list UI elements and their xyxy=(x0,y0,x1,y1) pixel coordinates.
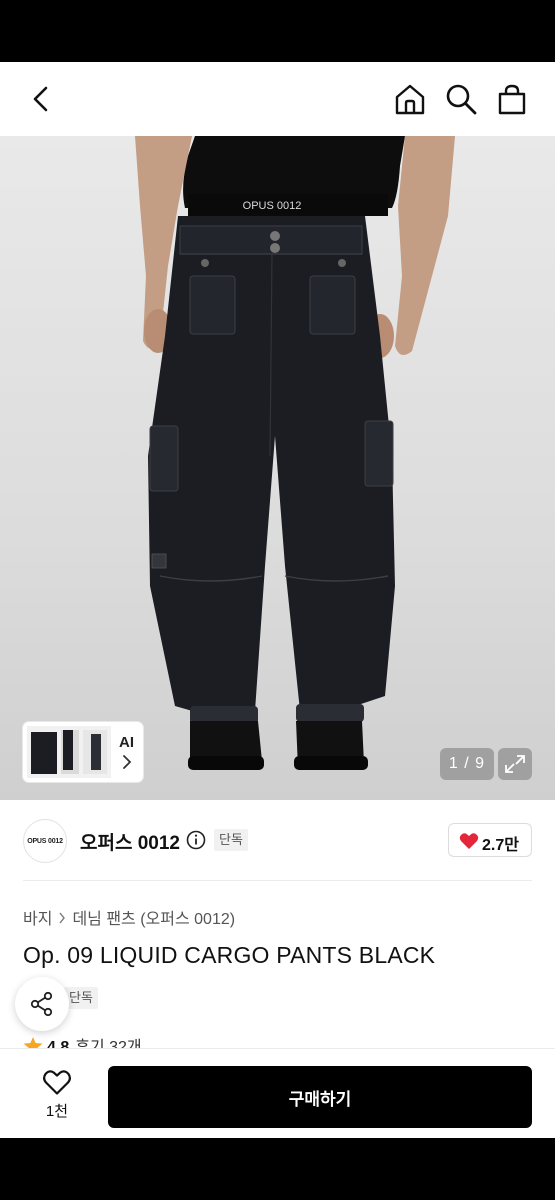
home-icon[interactable] xyxy=(393,82,427,116)
brand-logo[interactable]: OPUS 0012 xyxy=(23,819,67,863)
heart-icon xyxy=(459,833,479,849)
info-icon[interactable] xyxy=(186,830,206,850)
system-nav-bar xyxy=(0,1138,555,1200)
chevron-right-icon xyxy=(123,755,132,769)
product-title: Op. 09 LIQUID CARGO PANTS BLACK xyxy=(23,942,436,968)
breadcrumb: 바지 데님 팬츠 (오퍼스 0012) xyxy=(23,905,235,929)
image-counter: 1 / 9 xyxy=(440,748,494,780)
share-icon xyxy=(30,991,53,1017)
brand-name[interactable]: 오퍼스 0012 xyxy=(80,828,180,855)
ai-thumbnails xyxy=(27,726,111,778)
status-bar xyxy=(0,0,555,62)
expand-button[interactable] xyxy=(498,748,532,780)
wishlist-button[interactable]: 1천 xyxy=(24,1066,90,1128)
chevron-right-icon xyxy=(59,912,66,924)
exclusive-badge: 단독 xyxy=(214,829,248,851)
product-image[interactable]: OPUS 0012 xyxy=(0,136,555,800)
brand-like-button[interactable]: 2.7만 xyxy=(448,823,532,857)
top-nav-bar xyxy=(0,62,555,136)
ai-styling-chip[interactable]: AI xyxy=(23,722,143,782)
wishlist-count: 1천 xyxy=(45,1103,69,1120)
expand-icon xyxy=(505,755,525,773)
breadcrumb-item-category[interactable]: 바지 xyxy=(23,911,52,928)
shopping-bag-icon[interactable] xyxy=(495,82,529,116)
search-icon[interactable] xyxy=(444,82,478,116)
product-photo: OPUS 0012 xyxy=(135,136,455,770)
breadcrumb-item-subcategory[interactable]: 데님 팬츠 (오퍼스 0012) xyxy=(72,911,235,928)
heart-outline-icon xyxy=(43,1070,71,1095)
share-button[interactable] xyxy=(15,977,69,1031)
waistband-label: OPUS 0012 xyxy=(243,200,302,212)
like-count: 2.7만 xyxy=(482,837,519,854)
ai-label: AI xyxy=(119,734,134,751)
back-icon[interactable] xyxy=(26,82,56,116)
buy-button[interactable]: 구매하기 xyxy=(108,1066,532,1128)
exclusive-badge-product: 단독 xyxy=(64,987,98,1009)
divider xyxy=(23,880,532,881)
